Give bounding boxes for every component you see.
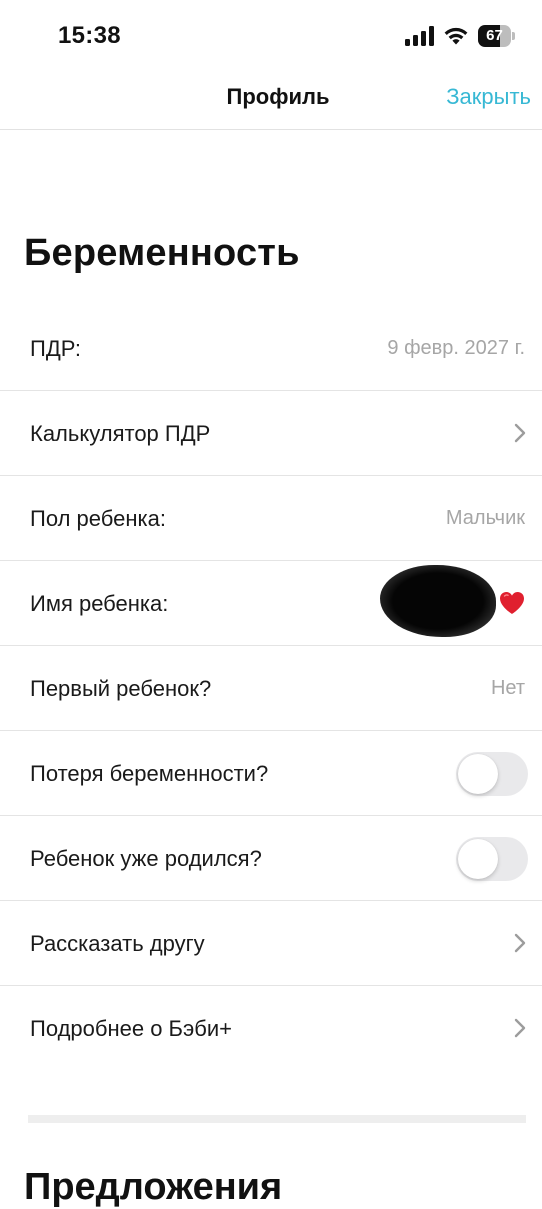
- status-time: 15:38: [58, 22, 121, 49]
- heart-icon: [500, 592, 524, 614]
- first-child-value: Нет: [490, 677, 525, 699]
- due-date-row[interactable]: ПДР: 9 февр. 2027 г.: [0, 306, 542, 391]
- baby-sex-value: Мальчик: [445, 507, 525, 529]
- baby-born-row: Ребенок уже родился?: [0, 816, 542, 901]
- baby-sex-label: Пол ребенка:: [30, 506, 166, 531]
- due-date-calculator-row[interactable]: Калькулятор ПДР: [0, 391, 542, 476]
- due-date-label: ПДР:: [30, 336, 82, 361]
- more-about-baby-plus-row[interactable]: Подробнее о Бэби+: [0, 986, 542, 1071]
- wifi-icon: [444, 27, 468, 45]
- baby-sex-row[interactable]: Пол ребенка: Мальчик: [0, 476, 542, 561]
- first-child-row[interactable]: Первый ребенок? Нет: [0, 646, 542, 731]
- due-date-calculator-label: Калькулятор ПДР: [30, 421, 211, 446]
- baby-name-row[interactable]: Имя ребенка: ка: [0, 561, 542, 646]
- toggle-knob: [458, 754, 498, 794]
- pregnancy-loss-label: Потеря беременности?: [30, 761, 269, 786]
- more-about-baby-plus-label: Подробнее о Бэби+: [30, 1016, 232, 1041]
- toggle-knob: [458, 839, 498, 879]
- tell-friend-row[interactable]: Рассказать другу: [0, 901, 542, 986]
- first-child-label: Первый ребенок?: [30, 676, 212, 701]
- baby-name-label: Имя ребенка:: [30, 591, 169, 616]
- chevron-right-icon: [514, 1018, 526, 1038]
- signal-icon: [405, 26, 434, 46]
- section-divider: [28, 1115, 526, 1123]
- pregnancy-settings-list: ПДР: 9 февр. 2027 г. Калькулятор ПДР Пол…: [0, 306, 542, 1071]
- close-button[interactable]: Закрыть: [446, 84, 531, 110]
- section-title-offers: Предложения: [24, 1166, 283, 1208]
- chevron-right-icon: [514, 423, 526, 443]
- battery-icon: 67: [478, 25, 516, 47]
- battery-level: 67: [486, 27, 503, 44]
- due-date-value: 9 февр. 2027 г.: [387, 337, 525, 359]
- chevron-right-icon: [514, 933, 526, 953]
- pregnancy-loss-toggle[interactable]: [456, 752, 528, 796]
- pregnancy-loss-row: Потеря беременности?: [0, 731, 542, 816]
- tell-friend-label: Рассказать другу: [30, 931, 205, 956]
- section-title-pregnancy: Беременность: [24, 232, 300, 274]
- navigation-bar: Профиль Закрыть: [0, 72, 542, 130]
- baby-born-label: Ребенок уже родился?: [30, 846, 262, 871]
- redaction-blot: [380, 565, 496, 637]
- status-bar: 15:38 67: [0, 0, 542, 72]
- baby-born-toggle[interactable]: [456, 837, 528, 881]
